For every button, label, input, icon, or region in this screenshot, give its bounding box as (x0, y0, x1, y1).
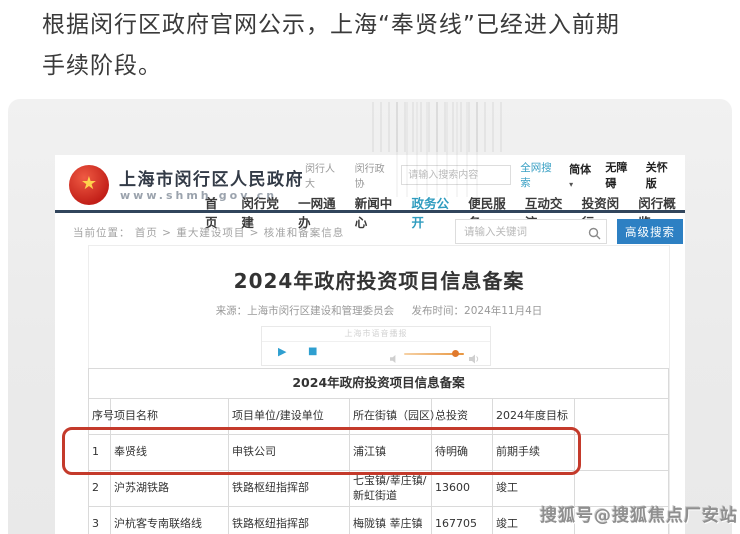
topbar-links: 闵行人大闵行政协 (305, 160, 392, 190)
breadcrumb-path[interactable]: 首页 > 重大建设项目 > 核准和备案信息 (135, 227, 344, 239)
table-cell: 167705 (432, 507, 493, 534)
table-cell: 申铁公司 (229, 435, 350, 471)
volume-slider[interactable] (404, 353, 464, 355)
audio-player-controls: ▶ ■ (262, 342, 490, 366)
table-header-cell: 所在街镇（园区） (350, 399, 432, 435)
article-publish-date: 发布时间：2024年11月4日 (412, 305, 543, 317)
care-mode-link[interactable]: 关怀版 (646, 159, 677, 191)
volume-low-icon (390, 349, 399, 368)
topbar: 闵行人大闵行政协 全网搜索 简体 ▾ 无障碍 关怀版 (305, 164, 677, 186)
table-header-cell: 总投资 (432, 399, 493, 435)
table-cell: 沪苏湖铁路 (111, 471, 229, 507)
nav-item-0[interactable]: 首页 (205, 193, 225, 211)
article-source: 来源：上海市闵行区建设和管理委员会 (216, 305, 395, 317)
table-cell: 1 (89, 435, 111, 471)
star-icon: ★ (81, 175, 97, 193)
main-nav: 首页闵行党建一网通办新闻中心政务公开便民服务互动交流投资闵行闵行概览 (205, 193, 679, 211)
table-header-cell: 项目名称 (111, 399, 229, 435)
table-cell: 2 (89, 471, 111, 507)
table-cell: 待明确 (432, 435, 493, 471)
page: 根据闵行区政府官网公示，上海“奉贤线”已经进入前期 手续阶段。 ★ 上海市闵行区… (0, 0, 740, 534)
table-header-cell: 序号 (89, 399, 111, 435)
table-header-row: 序号项目名称项目单位/建设单位所在街镇（园区）总投资2024年度目标 (89, 399, 669, 435)
nav-item-1[interactable]: 闵行党建 (241, 193, 282, 211)
table-cell: 3 (89, 507, 111, 534)
table-header-cell: 项目单位/建设单位 (229, 399, 350, 435)
intro-line-2: 手续阶段。 (42, 46, 620, 87)
gov-site-card: ★ 上海市闵行区人民政府 www.shmh.gov.cn 闵行人大闵行政协 全网… (55, 155, 685, 534)
table-cell: 前期手续 (493, 435, 575, 471)
nav-item-3[interactable]: 新闻中心 (355, 193, 396, 211)
header-search-button[interactable]: 全网搜索 (520, 160, 560, 190)
topbar-link-1[interactable]: 闵行政协 (355, 160, 393, 190)
sohu-watermark: 搜狐号@搜狐焦点厂安站 (540, 501, 738, 526)
table-caption: 2024年政府投资项目信息备案 (89, 369, 669, 399)
table-cell: 浦江镇 (350, 435, 432, 471)
intro-line-1: 根据闵行区政府官网公示，上海“奉贤线”已经进入前期 (42, 5, 620, 46)
table-cell: 七宝镇/莘庄镇/新虹街道 (350, 471, 432, 507)
play-button-icon[interactable]: ▶ (278, 346, 286, 357)
language-label: 简体 (569, 163, 591, 176)
volume-high-icon (469, 349, 480, 368)
article-meta: 来源：上海市闵行区建设和管理委员会 发布时间：2024年11月4日 (89, 303, 669, 318)
nav-item-6[interactable]: 互动交流 (525, 193, 566, 211)
website-screenshot-panel: ★ 上海市闵行区人民政府 www.shmh.gov.cn 闵行人大闵行政协 全网… (8, 99, 732, 534)
site-title[interactable]: 上海市闵行区人民政府 (119, 165, 304, 190)
table-cell: 梅陇镇 莘庄镇 (350, 507, 432, 534)
topbar-link-0[interactable]: 闵行人大 (305, 160, 343, 190)
article-intro-text: 根据闵行区政府官网公示，上海“奉贤线”已经进入前期 手续阶段。 (42, 5, 620, 87)
table-cell: 铁路枢纽指挥部 (229, 471, 350, 507)
nav-item-4[interactable]: 政务公开 (411, 193, 452, 211)
table-cell: 奉贤线 (111, 435, 229, 471)
nav-item-5[interactable]: 便民服务 (468, 193, 509, 211)
nav-item-2[interactable]: 一网通办 (298, 193, 339, 211)
audio-player-label: 上海市语音播报 (262, 327, 490, 342)
table-cell: 铁路枢纽指挥部 (229, 507, 350, 534)
article-box: 2024年政府投资项目信息备案 来源：上海市闵行区建设和管理委员会 发布时间：2… (88, 245, 670, 534)
stop-button-icon[interactable]: ■ (308, 347, 317, 357)
accessibility-link[interactable]: 无障碍 (605, 159, 636, 191)
article-title: 2024年政府投资项目信息备案 (89, 265, 669, 294)
nav-item-8[interactable]: 闵行概览 (638, 193, 679, 211)
search-icon[interactable] (588, 225, 601, 244)
table-header-cell: 2024年度目标 (493, 399, 575, 435)
audio-player: 上海市语音播报 ▶ ■ (261, 326, 491, 366)
table-cell: 沪杭客专南联络线 (111, 507, 229, 534)
language-selector[interactable]: 简体 ▾ (569, 161, 596, 190)
header-search-input[interactable] (401, 165, 511, 185)
national-emblem-logo[interactable]: ★ (69, 165, 109, 205)
table-cell (575, 435, 669, 471)
table-header-cell (575, 399, 669, 435)
table-caption-row: 2024年政府投资项目信息备案 (89, 369, 669, 399)
table-cell: 13600 (432, 471, 493, 507)
breadcrumb: 当前位置： 首页 > 重大建设项目 > 核准和备案信息 (73, 225, 344, 240)
keyword-search-input[interactable] (455, 219, 607, 244)
breadcrumb-label: 当前位置： (73, 227, 131, 239)
nav-item-7[interactable]: 投资闵行 (582, 193, 623, 211)
table-row-highlighted: 1奉贤线申铁公司浦江镇待明确前期手续 (89, 435, 669, 471)
advanced-search-button[interactable]: 高级搜索 (617, 219, 683, 244)
chevron-down-icon: ▾ (569, 180, 573, 189)
volume-slider-handle[interactable] (452, 350, 459, 357)
nav-divider (55, 210, 685, 213)
